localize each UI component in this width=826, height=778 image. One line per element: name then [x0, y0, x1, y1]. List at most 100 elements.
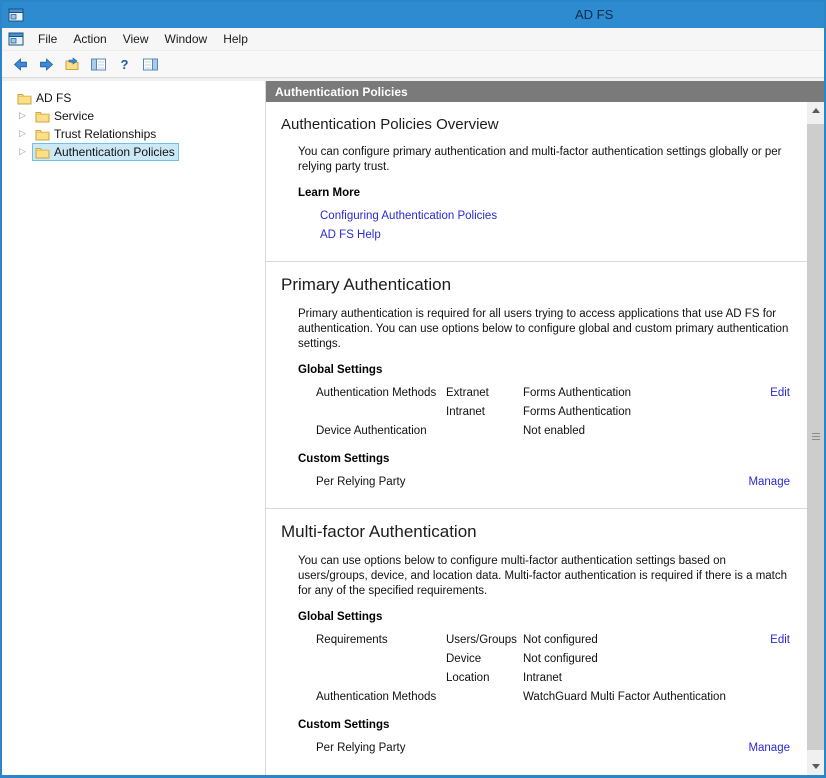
row-label: Authentication Methods: [316, 384, 446, 403]
mfa-title: Multi-factor Authentication: [281, 522, 807, 542]
folder-icon: [35, 128, 50, 141]
expander-icon[interactable]: ▷: [19, 129, 33, 139]
forward-button[interactable]: [34, 53, 58, 75]
menu-file[interactable]: File: [30, 29, 65, 49]
row-value: Intranet: [523, 669, 790, 688]
scrollbar-track[interactable]: [807, 119, 824, 758]
primary-global-settings-heading: Global Settings: [298, 364, 807, 376]
overview-description: You can configure primary authentication…: [298, 145, 798, 175]
row-label: Device Authentication: [316, 422, 446, 441]
row-label: Requirements: [316, 631, 446, 650]
row-scope: [446, 688, 523, 707]
results-pane-body: Authentication Policies Overview You can…: [266, 102, 824, 775]
mfa-custom-settings-heading: Custom Settings: [298, 719, 807, 731]
back-button[interactable]: [8, 53, 32, 75]
table-row: Per Relying Party Manage: [316, 473, 807, 492]
console-tree-pane: AD FS ▷ Service ▷: [2, 81, 266, 775]
row-label: Authentication Methods: [316, 688, 446, 707]
tree-item-service[interactable]: ▷ Service: [2, 107, 265, 125]
menu-action[interactable]: Action: [65, 29, 114, 49]
tree-item-authentication-policies[interactable]: ▷ Authentication Policies: [2, 143, 265, 161]
row-value: Not enabled: [523, 422, 790, 441]
primary-title: Primary Authentication: [281, 275, 807, 295]
primary-custom-settings-heading: Custom Settings: [298, 453, 807, 465]
table-row: Location Intranet: [316, 669, 807, 688]
help-icon: ?: [116, 56, 133, 73]
console-child-icon: [8, 31, 24, 47]
policies-content: Authentication Policies Overview You can…: [266, 102, 807, 775]
tree-item-trust-relationships[interactable]: ▷ Trust Relationships: [2, 125, 265, 143]
results-pane-header: Authentication Policies: [266, 81, 824, 102]
manage-primary-per-relying-party-link[interactable]: Manage: [748, 473, 790, 492]
menu-bar: File Action View Window Help: [2, 28, 824, 51]
action-pane-panel-icon: [142, 56, 159, 73]
svg-text:?: ?: [120, 57, 128, 72]
section-divider: [266, 508, 807, 509]
row-label: [316, 650, 446, 669]
tree-item-label: Authentication Policies: [54, 145, 175, 159]
table-row: Device Not configured: [316, 650, 807, 669]
menu-window[interactable]: Window: [157, 29, 216, 49]
scroll-up-arrow-icon: [812, 108, 820, 113]
row-label: [316, 403, 446, 422]
scroll-up-button[interactable]: [807, 102, 824, 119]
table-row: Device Authentication Not enabled: [316, 422, 807, 441]
primary-authentication-section: Primary Authentication Primary authentic…: [281, 275, 807, 492]
link-configuring-authentication-policies[interactable]: Configuring Authentication Policies: [320, 210, 497, 222]
tree-item-label: Trust Relationships: [54, 127, 156, 141]
results-pane: Authentication Policies Authentication P…: [266, 81, 824, 775]
primary-global-settings-table: Authentication Methods Extranet Forms Au…: [316, 384, 807, 441]
row-scope: [446, 422, 523, 441]
learn-more-heading: Learn More: [298, 187, 807, 199]
toolbar: ?: [2, 51, 824, 78]
table-row: Authentication Methods WatchGuard Multi …: [316, 688, 807, 707]
mfa-custom-settings-table: Per Relying Party Manage: [316, 739, 807, 758]
expander-icon[interactable]: ▷: [19, 111, 33, 121]
edit-primary-auth-link[interactable]: Edit: [770, 384, 790, 403]
scroll-down-button[interactable]: [807, 758, 824, 775]
section-divider: [266, 261, 807, 262]
row-scope: Device: [446, 650, 523, 669]
manage-mfa-per-relying-party-link[interactable]: Manage: [748, 739, 790, 758]
row-value: Forms Authentication: [523, 384, 770, 403]
row-label: Per Relying Party: [316, 739, 446, 758]
window-title: AD FS: [575, 7, 613, 22]
row-label: Per Relying Party: [316, 473, 446, 492]
title-bar: AD FS: [2, 2, 824, 28]
adfs-console-window: AD FS File Action View Window Help: [0, 0, 826, 778]
menu-help[interactable]: Help: [215, 29, 256, 49]
row-value: Not configured: [523, 631, 770, 650]
back-arrow-icon: [12, 56, 29, 73]
expander-icon[interactable]: ▷: [19, 147, 33, 157]
tree-item-adfs-root[interactable]: AD FS: [2, 89, 265, 107]
folder-icon: [35, 110, 50, 123]
mmc-app-icon: [8, 7, 24, 23]
row-value: Forms Authentication: [523, 403, 790, 422]
row-scope: Extranet: [446, 384, 523, 403]
table-row: Per Relying Party Manage: [316, 739, 807, 758]
vertical-scrollbar[interactable]: [807, 102, 824, 775]
folder-icon: [17, 92, 32, 105]
primary-custom-settings-table: Per Relying Party Manage: [316, 473, 807, 492]
menu-view[interactable]: View: [115, 29, 157, 49]
mfa-global-settings-table: Requirements Users/Groups Not configured…: [316, 631, 807, 707]
tree-item-label: AD FS: [36, 91, 71, 105]
mfa-description: You can use options below to configure m…: [298, 554, 798, 599]
overview-section: Authentication Policies Overview You can…: [281, 116, 807, 245]
help-button[interactable]: ?: [112, 53, 136, 75]
multifactor-authentication-section: Multi-factor Authentication You can use …: [281, 522, 807, 758]
link-adfs-help[interactable]: AD FS Help: [320, 229, 381, 241]
row-label: [316, 669, 446, 688]
overview-title: Authentication Policies Overview: [281, 116, 807, 133]
edit-mfa-link[interactable]: Edit: [770, 631, 790, 650]
table-row: Intranet Forms Authentication: [316, 403, 807, 422]
main-area: AD FS ▷ Service ▷: [2, 78, 824, 775]
show-hide-console-tree-button[interactable]: [86, 53, 110, 75]
export-list-button[interactable]: [60, 53, 84, 75]
results-pane-title: Authentication Policies: [275, 85, 408, 99]
mfa-global-settings-heading: Global Settings: [298, 611, 807, 623]
selected-tree-node[interactable]: Authentication Policies: [33, 144, 178, 160]
table-row: Authentication Methods Extranet Forms Au…: [316, 384, 807, 403]
scrollbar-thumb[interactable]: [807, 124, 824, 750]
show-hide-action-pane-button[interactable]: [138, 53, 162, 75]
